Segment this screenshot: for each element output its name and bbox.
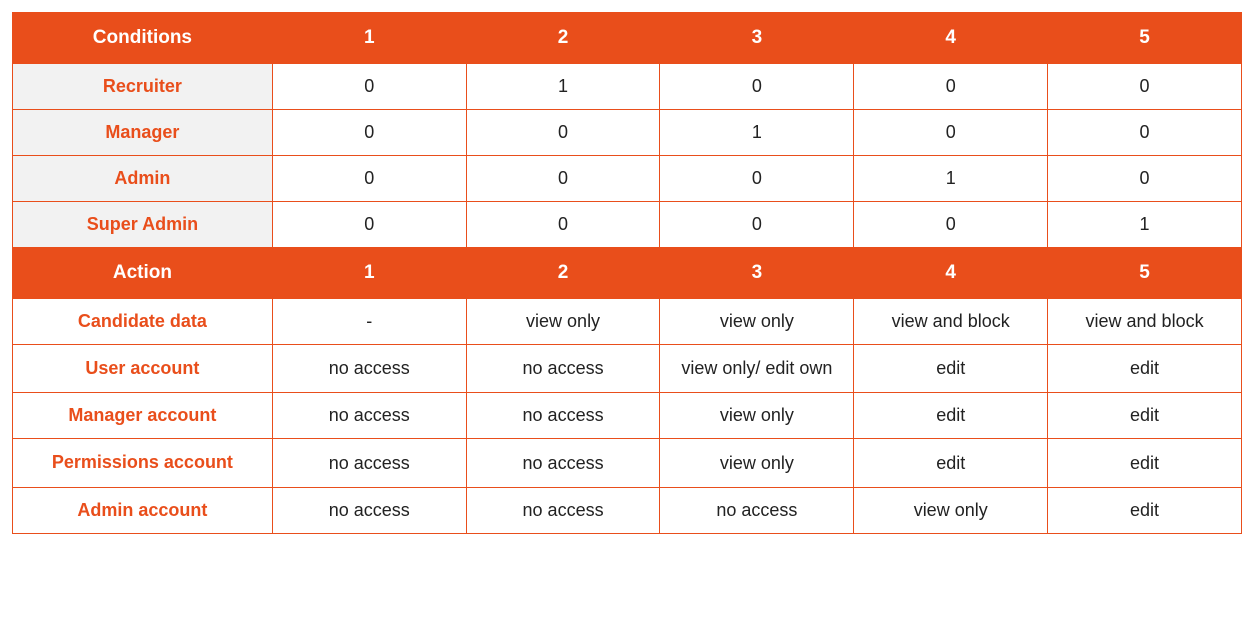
user-account-val-4: edit xyxy=(854,345,1048,393)
recruiter-val-5: 0 xyxy=(1048,64,1242,110)
user-account-val-5: edit xyxy=(1048,345,1242,393)
action-header-col-2: 2 xyxy=(466,248,660,299)
permissions-account-val-5: edit xyxy=(1048,439,1242,487)
candidate-data-val-1: - xyxy=(272,299,466,345)
admin-val-3: 0 xyxy=(660,156,854,202)
recruiter-val-1: 0 xyxy=(272,64,466,110)
admin-val-5: 0 xyxy=(1048,156,1242,202)
super-admin-val-5: 1 xyxy=(1048,202,1242,248)
manager-val-2: 0 xyxy=(466,110,660,156)
manager-account-val-4: edit xyxy=(854,393,1048,439)
manager-account-val-1: no access xyxy=(272,393,466,439)
candidate-data-val-5: view and block xyxy=(1048,299,1242,345)
recruiter-label: Recruiter xyxy=(13,64,273,110)
conditions-header-col-5: 5 xyxy=(1048,13,1242,64)
manager-account-val-2: no access xyxy=(466,393,660,439)
conditions-header-col-1: 1 xyxy=(272,13,466,64)
candidate-data-val-4: view and block xyxy=(854,299,1048,345)
admin-label: Admin xyxy=(13,156,273,202)
admin-val-1: 0 xyxy=(272,156,466,202)
conditions-header-label: Conditions xyxy=(13,13,273,64)
condition-row-manager: Manager 0 0 1 0 0 xyxy=(13,110,1242,156)
user-account-val-2: no access xyxy=(466,345,660,393)
recruiter-val-4: 0 xyxy=(854,64,1048,110)
permissions-account-val-3: view only xyxy=(660,439,854,487)
conditions-header-col-2: 2 xyxy=(466,13,660,64)
user-account-val-3: view only/ edit own xyxy=(660,345,854,393)
manager-account-val-5: edit xyxy=(1048,393,1242,439)
permissions-account-val-4: edit xyxy=(854,439,1048,487)
admin-account-val-5: edit xyxy=(1048,487,1242,533)
action-header-col-3: 3 xyxy=(660,248,854,299)
super-admin-val-4: 0 xyxy=(854,202,1048,248)
action-header-col-1: 1 xyxy=(272,248,466,299)
manager-val-5: 0 xyxy=(1048,110,1242,156)
condition-row-super-admin: Super Admin 0 0 0 0 1 xyxy=(13,202,1242,248)
admin-account-label: Admin account xyxy=(13,487,273,533)
super-admin-val-2: 0 xyxy=(466,202,660,248)
manager-account-val-3: view only xyxy=(660,393,854,439)
manager-val-3: 1 xyxy=(660,110,854,156)
candidate-data-label: Candidate data xyxy=(13,299,273,345)
conditions-header-col-4: 4 xyxy=(854,13,1048,64)
permissions-account-label: Permissions account xyxy=(13,439,273,487)
admin-account-val-3: no access xyxy=(660,487,854,533)
admin-account-val-1: no access xyxy=(272,487,466,533)
conditions-header-row: Conditions 1 2 3 4 5 xyxy=(13,13,1242,64)
conditions-header-col-3: 3 xyxy=(660,13,854,64)
admin-val-4: 1 xyxy=(854,156,1048,202)
candidate-data-val-2: view only xyxy=(466,299,660,345)
permissions-account-val-1: no access xyxy=(272,439,466,487)
condition-row-admin: Admin 0 0 0 1 0 xyxy=(13,156,1242,202)
super-admin-val-1: 0 xyxy=(272,202,466,248)
recruiter-val-3: 0 xyxy=(660,64,854,110)
action-row-manager-account: Manager account no access no access view… xyxy=(13,393,1242,439)
decision-table: Conditions 1 2 3 4 5 Recruiter 0 1 0 0 0… xyxy=(12,12,1242,534)
action-row-candidate-data: Candidate data - view only view only vie… xyxy=(13,299,1242,345)
super-admin-val-3: 0 xyxy=(660,202,854,248)
action-row-user-account: User account no access no access view on… xyxy=(13,345,1242,393)
admin-account-val-4: view only xyxy=(854,487,1048,533)
manager-val-1: 0 xyxy=(272,110,466,156)
action-header-col-4: 4 xyxy=(854,248,1048,299)
permissions-account-val-2: no access xyxy=(466,439,660,487)
condition-row-recruiter: Recruiter 0 1 0 0 0 xyxy=(13,64,1242,110)
super-admin-label: Super Admin xyxy=(13,202,273,248)
recruiter-val-2: 1 xyxy=(466,64,660,110)
manager-val-4: 0 xyxy=(854,110,1048,156)
user-account-val-1: no access xyxy=(272,345,466,393)
action-header-label: Action xyxy=(13,248,273,299)
action-header-col-5: 5 xyxy=(1048,248,1242,299)
manager-label: Manager xyxy=(13,110,273,156)
action-row-admin-account: Admin account no access no access no acc… xyxy=(13,487,1242,533)
admin-account-val-2: no access xyxy=(466,487,660,533)
manager-account-label: Manager account xyxy=(13,393,273,439)
admin-val-2: 0 xyxy=(466,156,660,202)
user-account-label: User account xyxy=(13,345,273,393)
action-header-row: Action 1 2 3 4 5 xyxy=(13,248,1242,299)
candidate-data-val-3: view only xyxy=(660,299,854,345)
action-row-permissions-account: Permissions account no access no access … xyxy=(13,439,1242,487)
